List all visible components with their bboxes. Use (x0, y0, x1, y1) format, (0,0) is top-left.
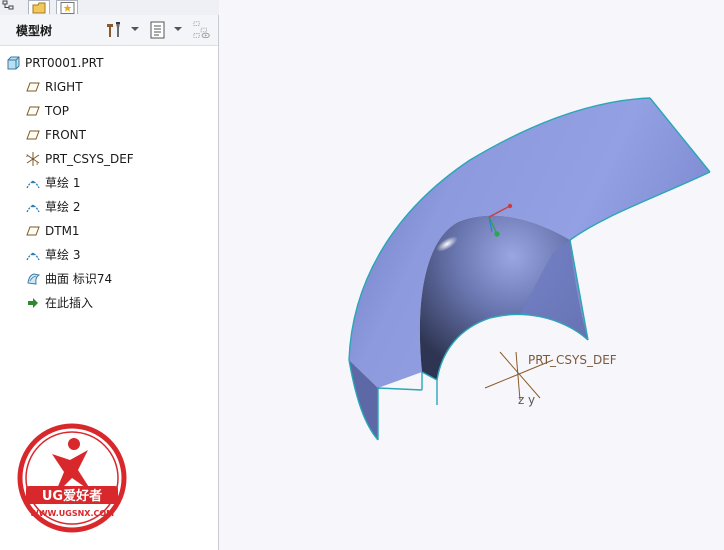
csys-axis-z-label: z (518, 393, 525, 407)
logo-url-text: WWW.UGSNX.COM (30, 509, 114, 518)
star-icon (60, 2, 75, 14)
show-list-icon[interactable] (148, 20, 168, 40)
csys-label: PRT_CSYS_DEF (528, 353, 617, 367)
tree-item-label: 曲面 标识74 (45, 272, 113, 286)
sketch-icon (26, 204, 40, 213)
settings-tools-icon[interactable] (104, 20, 124, 40)
model-tree-title: 模型树 (16, 24, 53, 38)
tree-item-label: PRT0001.PRT (25, 56, 104, 70)
datum-plane-icon (26, 130, 40, 140)
logo-brand-text: UG爱好者 (42, 488, 102, 504)
ug-fans-watermark-logo: UG爱好者 WWW.UGSNX.COM (17, 423, 127, 533)
svg-text:z: z (26, 153, 28, 158)
sketch-icon (26, 180, 40, 189)
graphics-viewport[interactable] (220, 0, 724, 550)
sketch-icon (26, 252, 40, 261)
datum-plane-icon (26, 82, 40, 92)
folder-icon (32, 2, 46, 14)
tree-item-label: 草绘 3 (45, 248, 81, 262)
tree-item-label: 草绘 2 (45, 200, 81, 214)
tree-item-label: TOP (45, 104, 70, 118)
filter-tree-icon[interactable] (191, 20, 213, 40)
tree-item-label: FRONT (45, 128, 86, 142)
show-dropdown-arrow[interactable] (174, 27, 182, 31)
model-tree-tab-icon[interactable] (1, 0, 17, 14)
settings-dropdown-arrow[interactable] (131, 27, 139, 31)
folder-browser-tab[interactable] (28, 0, 50, 14)
panel-tab-strip (0, 0, 219, 16)
model-tree-header: 模型树 (0, 15, 218, 46)
surface-icon (27, 273, 40, 285)
tree-item-label: 在此插入 (45, 296, 94, 310)
favorites-tab[interactable] (56, 0, 78, 14)
insert-here-arrow-icon (28, 298, 38, 308)
csys-icon: z x (26, 152, 40, 166)
part-icon (7, 56, 20, 70)
tree-item-label: RIGHT (45, 80, 83, 94)
datum-plane-icon (26, 226, 40, 236)
tree-item-label: PRT_CSYS_DEF (45, 152, 134, 166)
csys-axis-y-label: y (528, 393, 536, 407)
datum-plane-icon (26, 106, 40, 116)
tree-item-label: 草绘 1 (45, 176, 81, 190)
svg-text:x: x (36, 161, 39, 166)
tree-item-label: DTM1 (45, 224, 80, 238)
